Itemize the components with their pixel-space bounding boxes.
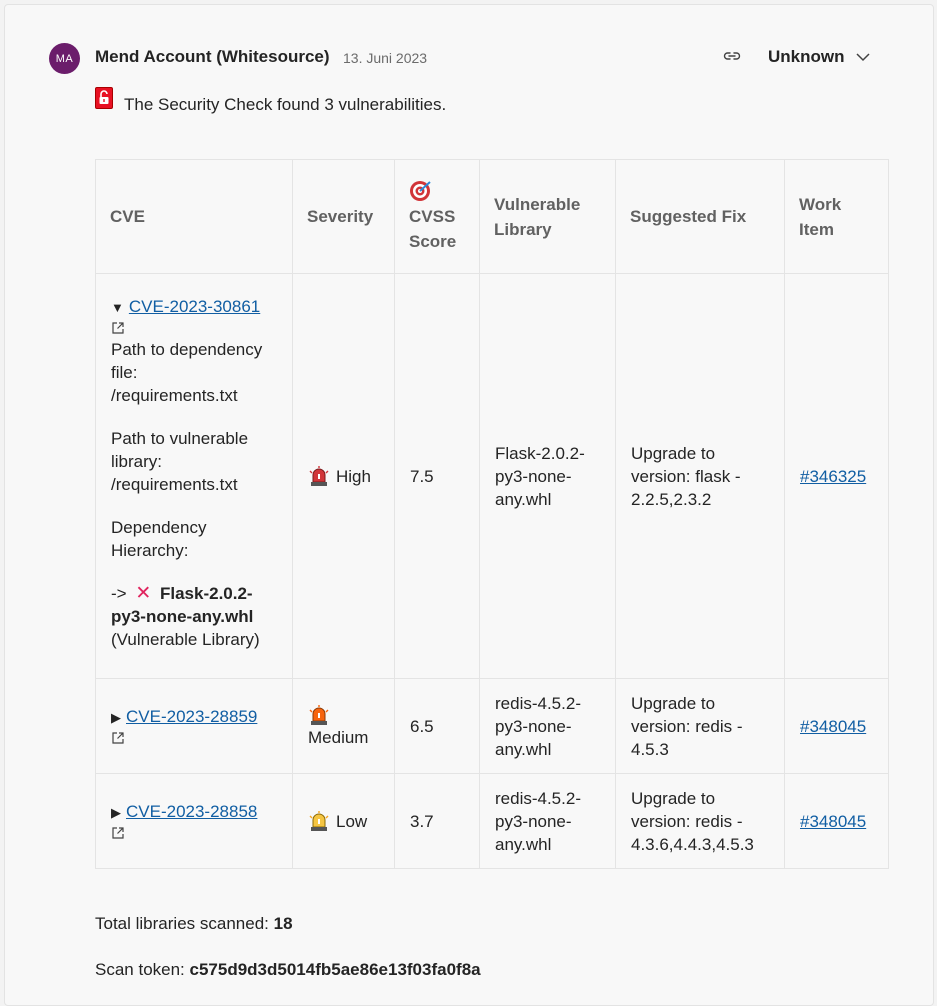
libraries-scanned: Total libraries scanned: 18 [95,914,293,934]
libraries-label: Total libraries scanned: [95,914,269,933]
cve-cell: ▶ CVE-2023-28859 [95,678,293,774]
path-vuln-value: /requirements.txt [111,475,238,494]
work-item-link[interactable]: #348045 [800,717,866,736]
work-item-cell: #346325 [784,273,889,679]
work-item-link[interactable]: #348045 [800,812,866,831]
token-value: c575d9d3d5014fb5ae86e13f03fa0f8a [189,960,481,979]
severity-label: High [336,466,371,486]
chevron-down-icon [855,53,870,62]
path-dep-value: /requirements.txt [111,386,238,405]
severity-label: Medium [308,728,369,748]
siren-icon [309,466,329,486]
work-item-link[interactable]: #346325 [800,467,866,486]
external-link-icon[interactable] [111,321,125,335]
token-label: Scan token: [95,960,185,979]
work-item-cell: #348045 [784,773,889,869]
triangle-right-icon[interactable]: ▶ [111,805,121,820]
link-icon[interactable] [722,46,742,66]
header-cvss: CVSS Score [394,159,480,274]
fix-cell: Upgrade to version: redis - 4.5.3 [615,678,785,774]
hierarchy-suffix: (Vulnerable Library) [111,630,260,649]
work-item-cell: #348045 [784,678,889,774]
hierarchy-lib: Flask-2.0.2-py3-none-any.whl [111,584,254,626]
avatar[interactable]: MA [49,43,80,74]
external-link-icon[interactable] [111,731,125,745]
siren-icon [309,811,329,831]
cvss-cell: 3.7 [394,773,480,869]
table-row: ▶ CVE-2023-28859 Medium 6.5 redis-4.5.2-… [95,678,889,774]
status-label: Unknown [768,47,845,66]
library-cell: redis-4.5.2-py3-none-any.whl [479,678,616,774]
hierarchy-prefix: -> [111,584,127,603]
header-cve: CVE [95,159,293,274]
hierarchy-label: Dependency Hierarchy: [111,518,207,560]
unlocked-lock-icon [95,87,113,109]
severity-cell: Low [292,773,395,869]
comment-date: 13. Juni 2023 [343,50,428,66]
fix-cell: Upgrade to version: redis - 4.3.6,4.4.3,… [615,773,785,869]
path-vuln-label: Path to vulnerable library: [111,429,249,471]
header-work-item: Work Item [784,159,889,274]
severity-label: Low [336,811,368,831]
cvss-cell: 6.5 [394,678,480,774]
cve-link[interactable]: CVE-2023-28859 [126,707,257,726]
table-header-row: CVE Severity CVSS Score Vulnerable Libra… [95,159,889,274]
cve-link[interactable]: CVE-2023-28858 [126,802,257,821]
cve-cell: ▼ CVE-2023-30861 Path to dependency file:… [95,273,293,679]
header-cvss-label: CVSS Score [409,206,457,251]
header-library: Vulnerable Library [479,159,616,274]
fix-cell: Upgrade to version: flask - 2.2.5,2.3.2 [615,273,785,679]
cvss-cell: 7.5 [394,273,480,679]
author-name[interactable]: Mend Account (Whitesource) [95,47,330,67]
vulnerability-table: CVE Severity CVSS Score Vulnerable Libra… [95,159,889,869]
libraries-value: 18 [273,914,293,933]
cve-cell: ▶ CVE-2023-28858 [95,773,293,869]
library-cell: redis-4.5.2-py3-none-any.whl [479,773,616,869]
severity-cell: High [292,273,395,679]
summary-text: The Security Check found 3 vulnerabiliti… [124,95,447,114]
table-row: ▶ CVE-2023-28858 Low 3.7 redis-4.5.2-py3… [95,773,889,869]
cve-link[interactable]: CVE-2023-30861 [129,297,260,316]
target-icon [410,180,431,201]
external-link-icon[interactable] [111,826,125,840]
status-dropdown[interactable]: Unknown [768,47,871,67]
triangle-right-icon[interactable]: ▶ [111,710,121,725]
header-severity: Severity [292,159,395,274]
header-fix: Suggested Fix [615,159,785,274]
severity-cell: Medium [292,678,395,774]
siren-icon [309,705,329,726]
triangle-down-icon[interactable]: ▼ [111,300,124,315]
path-dep-label: Path to dependency file: [111,340,263,382]
scan-token: Scan token: c575d9d3d5014fb5ae86e13f03fa… [95,960,481,980]
table-row: ▼ CVE-2023-30861 Path to dependency file:… [95,273,889,679]
library-cell: Flask-2.0.2-py3-none-any.whl [479,273,616,679]
cross-mark-icon: ✕ [135,583,152,604]
